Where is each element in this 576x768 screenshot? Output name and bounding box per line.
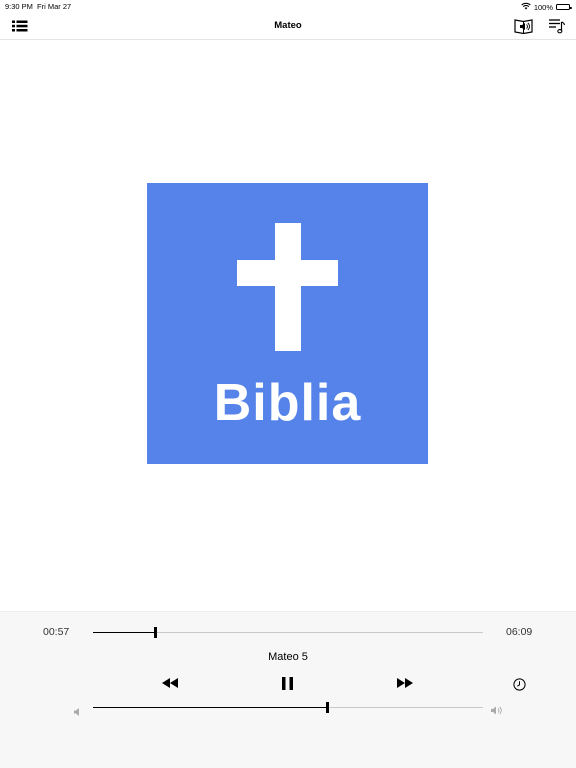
battery-percent: 100% <box>533 2 553 12</box>
volume-slider[interactable] <box>93 702 483 713</box>
fast-forward-button[interactable] <box>394 676 416 690</box>
volume-high-icon <box>491 702 503 720</box>
rewind-button[interactable] <box>159 676 181 690</box>
elapsed-time: 00:57 <box>43 626 70 638</box>
sleep-timer-button[interactable] <box>511 676 527 692</box>
rewind-icon <box>162 678 178 688</box>
progress-fill <box>93 632 156 633</box>
fast-forward-icon <box>397 678 413 688</box>
pause-icon <box>281 676 293 690</box>
track-title: Mateo 5 <box>268 651 308 663</box>
progress-slider[interactable] <box>93 627 483 638</box>
page-title: Mateo <box>274 20 302 31</box>
pause-button[interactable] <box>278 675 296 691</box>
artwork-title: Biblia <box>213 374 362 432</box>
audio-bible-icon[interactable] <box>513 17 533 35</box>
status-time: 9:30 PM <box>5 2 33 11</box>
status-date: Fri Mar 27 <box>37 2 72 11</box>
wifi-icon <box>521 2 531 12</box>
volume-thumb[interactable] <box>325 702 329 713</box>
volume-low-icon <box>74 703 82 721</box>
volume-fill <box>93 707 327 708</box>
player-panel: 00:57 06:09 Mateo 5 <box>0 611 576 768</box>
nav-bar: Mateo <box>0 12 576 40</box>
battery-icon <box>556 4 572 10</box>
clock-icon <box>512 677 526 691</box>
album-artwork: Biblia <box>147 183 428 464</box>
duration-time: 06:09 <box>506 626 533 638</box>
status-right: 100% <box>521 2 572 12</box>
playlist-icon[interactable] <box>546 17 566 35</box>
status-bar: 9:30 PM Fri Mar 27 100% <box>0 0 576 12</box>
cross-icon <box>275 223 301 351</box>
progress-thumb[interactable] <box>153 627 157 638</box>
